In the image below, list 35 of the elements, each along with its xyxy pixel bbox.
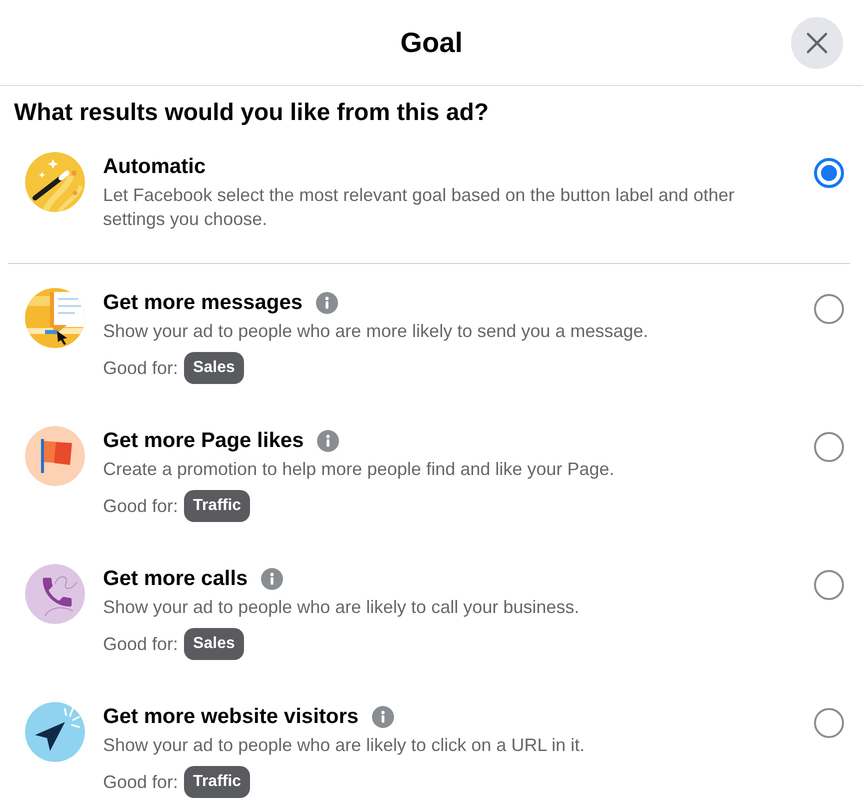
option-title: Automatic <box>103 154 206 180</box>
category-tag: Traffic <box>184 490 250 522</box>
flag-icon <box>25 426 85 486</box>
option-title: Get more website visitors <box>103 704 359 730</box>
info-icon[interactable] <box>316 292 338 314</box>
option-description: Create a promotion to help more people find and like your Page. <box>103 458 616 481</box>
good-for-label: Good for: <box>103 633 178 656</box>
option-description: Show your ad to people who are likely to click on a URL in it. <box>103 734 586 757</box>
category-tag: Sales <box>184 352 244 384</box>
close-icon <box>806 32 828 54</box>
info-icon[interactable] <box>372 706 394 728</box>
option-description: Show your ad to people who are likely to call your business. <box>103 596 580 619</box>
question-heading: What results would you like from this ad? <box>14 99 490 127</box>
dialog-title: Goal <box>400 26 463 60</box>
category-tag: Sales <box>184 628 244 660</box>
radio-button[interactable] <box>814 294 844 324</box>
info-icon[interactable] <box>260 568 283 590</box>
info-icon[interactable] <box>316 430 339 452</box>
cursor-click-icon <box>25 702 85 762</box>
close-button[interactable] <box>791 16 843 68</box>
category-tag: Traffic <box>184 766 250 798</box>
radio-button[interactable] <box>814 158 844 188</box>
option-description: Show your ad to people who are more likely to send you a message. <box>103 320 650 343</box>
option-title: Get more calls <box>103 566 248 592</box>
good-for-label: Good for: <box>103 771 178 794</box>
good-for-label: Good for: <box>103 357 178 380</box>
option-description: Let Facebook select the most relevant goal based on the button label and other settings you choose. <box>103 184 736 231</box>
option-title: Get more Page likes <box>103 428 304 454</box>
radio-button[interactable] <box>814 570 844 600</box>
good-for-label: Good for: <box>103 495 178 518</box>
magic-wand-icon <box>25 152 85 212</box>
phone-icon <box>25 564 85 624</box>
radio-button[interactable] <box>814 708 844 738</box>
radio-button[interactable] <box>814 432 844 462</box>
option-title: Get more messages <box>103 290 303 316</box>
